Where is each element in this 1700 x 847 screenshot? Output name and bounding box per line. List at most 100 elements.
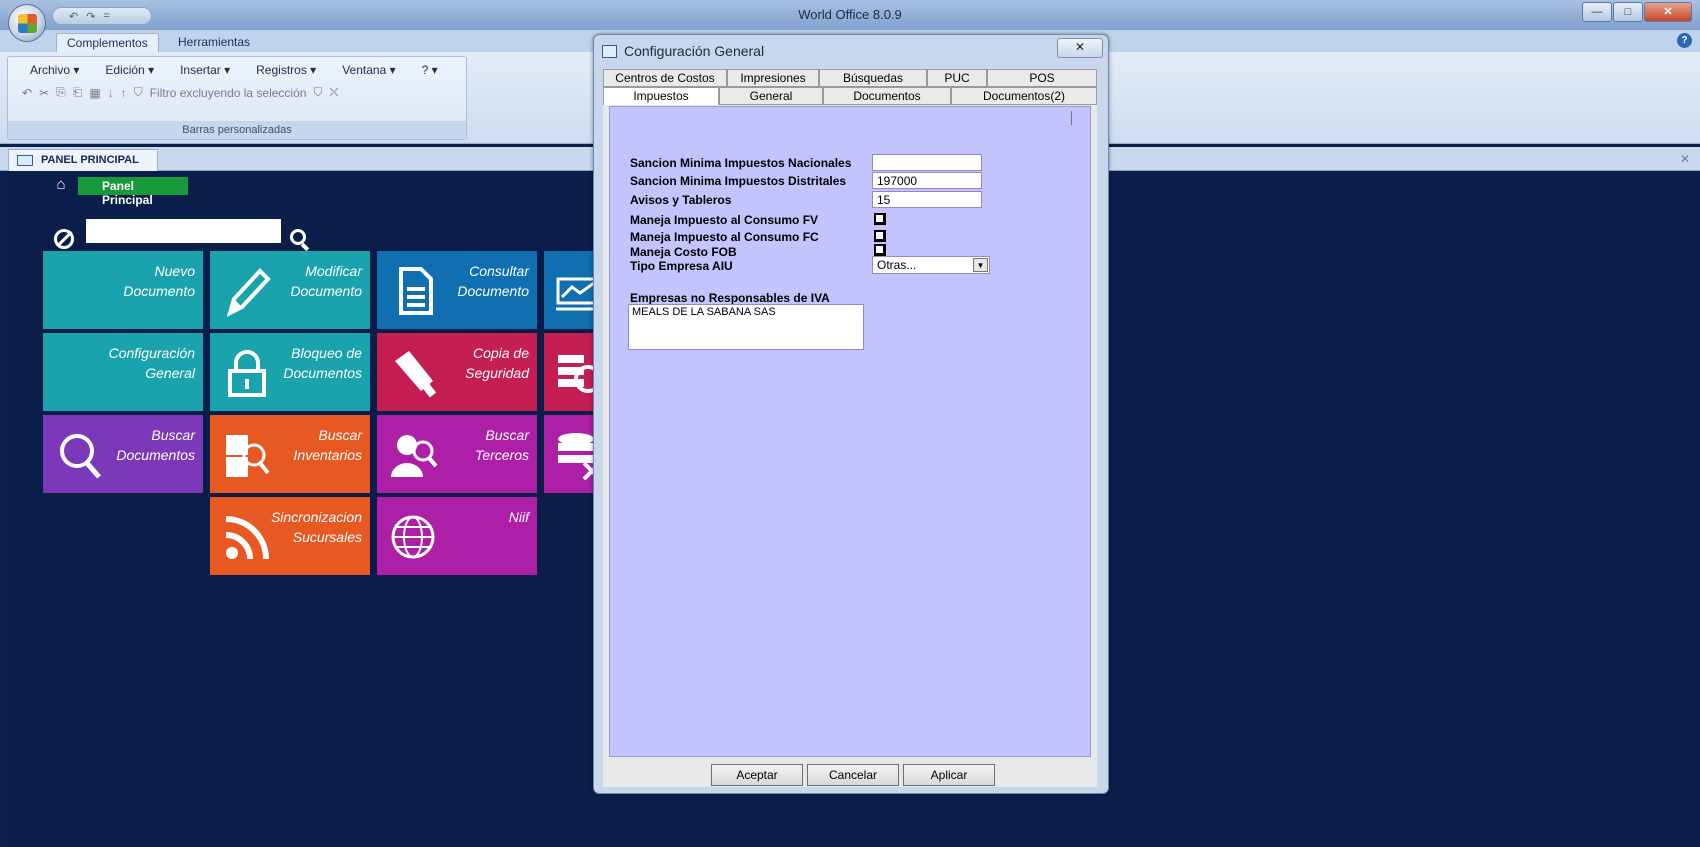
ribbon-group-label: Barras personalizadas [8, 121, 466, 139]
avisos-label: Avisos y Tableros [630, 193, 732, 207]
tile-buscar-inventarios[interactable]: Buscar Inventarios [210, 415, 370, 493]
sancion-nacional-input[interactable] [872, 154, 982, 171]
sancion-distrital-input[interactable] [872, 172, 982, 189]
avisos-input[interactable] [872, 191, 982, 208]
sancion-distrital-label: Sancion Minima Impuestos Distritales [630, 174, 847, 188]
tab-busquedas[interactable]: Búsquedas [819, 69, 927, 87]
consumo-fv-label: Maneja Impuesto al Consumo FV [630, 213, 819, 227]
maximize-button[interactable]: □ [1613, 2, 1643, 22]
menu-archivo[interactable]: Archivo ▾ [30, 63, 79, 77]
tile-buscar-terceros[interactable]: Buscar Terceros [377, 415, 537, 493]
ribbon-group-barras: Archivo ▾ Edición ▾ Insertar ▾ Registros… [7, 56, 467, 140]
clear-search-icon[interactable] [54, 229, 74, 249]
filter-apply-icon[interactable]: ⛉ [313, 85, 322, 100]
dialog-close-button[interactable]: ✕ [1057, 38, 1103, 58]
window-title: World Office 8.0.9 [798, 7, 902, 22]
tab-puc[interactable]: PUC [927, 69, 987, 87]
tile-reports[interactable] [544, 251, 600, 329]
text-cursor [1071, 111, 1072, 125]
sort-desc-icon[interactable]: ↑ [121, 86, 127, 100]
dialog-icon [602, 45, 617, 58]
tile-niif[interactable]: Niif [377, 497, 537, 575]
aplicar-button[interactable]: Aplicar [903, 764, 995, 786]
panel-close-icon[interactable]: ✕ [1680, 152, 1690, 166]
tile-bloqueo-documentos[interactable]: Bloqueo de Documentos [210, 333, 370, 411]
empresas-label: Empresas no Responsables de IVA [630, 291, 830, 305]
title-bar: World Office 8.0.9 ↶ ↷ = — □ ✕ [0, 0, 1700, 30]
sancion-nacional-label: Sancion Minima Impuestos Nacionales [630, 156, 852, 170]
tab-row-2: Impuestos General Documentos Documentos(… [603, 87, 1097, 105]
tab-centros-de-costos[interactable]: Centros de Costos [603, 69, 727, 87]
tab-documentos[interactable]: Documentos [823, 87, 951, 105]
home-icon[interactable]: ⌂ [44, 176, 78, 196]
impuestos-pane: Sancion Minima Impuestos Nacionales Sanc… [609, 106, 1091, 757]
tile-label: Buscar Documentos [116, 427, 195, 463]
find-icon[interactable]: ▦ [89, 86, 100, 100]
tab-panel-principal[interactable]: PANEL PRINCIPAL [8, 149, 158, 171]
tile-buscar-documentos[interactable]: Buscar Documentos [43, 415, 203, 493]
tile-copia-seguridad[interactable]: Copia de Seguridad [377, 333, 537, 411]
tile-label: Sincronizacion Sucursales [270, 509, 362, 545]
search-input[interactable] [86, 219, 281, 243]
tile-configuracion-general[interactable]: Configuración General [43, 333, 203, 411]
quick-access-toolbar[interactable]: ↶ ↷ = [52, 7, 152, 25]
cut-icon[interactable]: ✂ [39, 86, 49, 100]
tab-complementos[interactable]: Complementos [56, 33, 159, 52]
paste-icon[interactable]: ⎗ [73, 85, 83, 100]
tile-label: Nuevo Documento [123, 263, 195, 299]
panel-icon [17, 155, 33, 166]
office-button[interactable] [8, 4, 46, 42]
minimize-button[interactable]: — [1582, 2, 1612, 22]
customize-qat-icon[interactable]: = [103, 10, 109, 22]
aceptar-button[interactable]: Aceptar [711, 764, 803, 786]
search-icon[interactable] [290, 229, 306, 245]
panel-tab-label: PANEL PRINCIPAL [41, 154, 139, 166]
sort-asc-icon[interactable]: ↓ [108, 86, 114, 100]
tile-label: Modificar Documento [290, 263, 362, 299]
tab-impresiones[interactable]: Impresiones [727, 69, 819, 87]
redo-icon[interactable]: ↷ [86, 10, 95, 23]
empresas-textarea[interactable]: MEALS DE LA SABANA SAS [628, 304, 864, 350]
tile-finance[interactable] [544, 333, 602, 411]
menu-registros[interactable]: Registros ▾ [256, 63, 316, 77]
undo-icon[interactable]: ↶ [69, 10, 78, 23]
copy-icon[interactable]: ⎘ [56, 85, 66, 100]
close-button[interactable]: ✕ [1644, 2, 1692, 22]
consumo-fc-checkbox[interactable] [874, 230, 886, 242]
tile-database[interactable] [544, 415, 602, 493]
consumo-fc-label: Maneja Impuesto al Consumo FC [630, 230, 819, 244]
tile-label: Copia de Seguridad [465, 345, 529, 381]
tipo-aiu-select[interactable]: Otras... ▼ [872, 256, 990, 274]
tab-pos[interactable]: POS [987, 69, 1097, 87]
costo-fob-label: Maneja Costo FOB [630, 245, 737, 259]
chevron-down-icon[interactable]: ▼ [973, 258, 988, 272]
tab-herramientas[interactable]: Herramientas [168, 33, 260, 52]
dialog-title: Configuración General [624, 43, 765, 59]
filter-icon[interactable]: ⛉ [134, 85, 143, 100]
office-logo-icon [18, 14, 37, 33]
tipo-aiu-value: Otras... [877, 258, 917, 272]
tile-nuevo-documento[interactable]: Nuevo Documento [43, 251, 203, 329]
menu-ventana[interactable]: Ventana ▾ [342, 63, 395, 77]
tab-impuestos[interactable]: Impuestos [603, 87, 719, 105]
filter-remove-icon[interactable]: ⛌ [329, 85, 338, 100]
tab-general[interactable]: General [719, 87, 823, 105]
configuracion-general-dialog: Configuración General ✕ Centros de Costo… [593, 34, 1109, 794]
menu-insertar[interactable]: Insertar ▾ [180, 63, 230, 77]
tile-sincronizacion-sucursales[interactable]: Sincronizacion Sucursales [210, 497, 370, 575]
tab-documentos-2[interactable]: Documentos(2) [951, 87, 1097, 105]
menu-edicion[interactable]: Edición ▾ [105, 63, 154, 77]
undo-tool-icon[interactable]: ↶ [22, 86, 32, 100]
cancelar-button[interactable]: Cancelar [807, 764, 899, 786]
costo-fob-checkbox[interactable] [874, 244, 886, 256]
filter-excluding-label[interactable]: Filtro excluyendo la selección [150, 86, 307, 100]
tile-consultar-documento[interactable]: Consultar Documento [377, 251, 537, 329]
menu-help[interactable]: ? ▾ [422, 63, 438, 77]
dialog-content: Centros de Costos Impresiones Búsquedas … [603, 69, 1097, 787]
tab-row-1: Centros de Costos Impresiones Búsquedas … [603, 69, 1097, 87]
tile-label: Buscar Terceros [475, 427, 529, 463]
consumo-fv-checkbox[interactable] [874, 213, 886, 225]
tile-modificar-documento[interactable]: Modificar Documento [210, 251, 370, 329]
help-icon[interactable]: ? [1677, 33, 1692, 48]
breadcrumb[interactable]: Panel Principal [78, 177, 188, 207]
